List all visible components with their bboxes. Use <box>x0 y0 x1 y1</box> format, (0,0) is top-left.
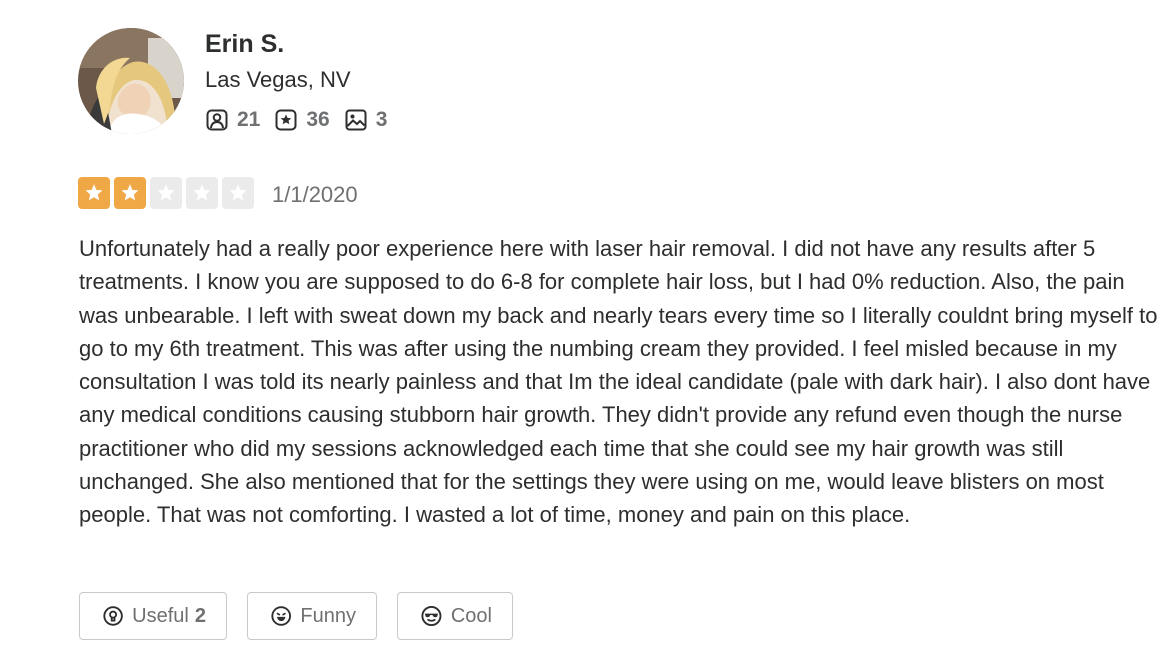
sunglasses-face-icon <box>421 605 442 627</box>
star-review-icon <box>275 109 297 131</box>
review-text: Unfortunately had a really poor experien… <box>79 236 1158 528</box>
star-filled <box>78 177 110 209</box>
star-empty <box>222 177 254 209</box>
useful-count: 2 <box>194 604 206 627</box>
star-icon <box>157 184 175 201</box>
lightbulb-icon <box>103 606 123 626</box>
star-icon <box>85 184 103 201</box>
photos-count: 3 <box>375 108 388 131</box>
funny-button[interactable]: Funny <box>247 592 377 640</box>
reaction-buttons: Useful 2 Funny Cool <box>79 592 533 640</box>
friends-count: 21 <box>237 108 261 131</box>
laughing-face-icon <box>271 606 292 626</box>
avatar-photo <box>78 28 184 134</box>
reviewer-name[interactable]: Erin S. <box>205 30 284 59</box>
photos-stat: 3 <box>344 108 388 132</box>
reviews-stat: 36 <box>274 108 330 132</box>
review-date: 1/1/2020 <box>272 182 358 207</box>
friends-icon <box>206 109 228 131</box>
reviewer-stats: 21 36 3 <box>205 106 401 134</box>
useful-label: Useful <box>132 604 189 627</box>
funny-label: Funny <box>300 604 356 627</box>
star-icon <box>229 184 247 201</box>
reviews-count: 36 <box>306 108 330 131</box>
useful-button[interactable]: Useful 2 <box>79 592 227 640</box>
review-card: Erin S. Las Vegas, NV 21 36 3 1/1/2020 U… <box>0 0 1162 647</box>
star-rating <box>78 177 258 209</box>
avatar[interactable] <box>78 28 184 134</box>
star-empty <box>186 177 218 209</box>
star-filled <box>114 177 146 209</box>
photo-icon <box>345 109 367 131</box>
star-icon <box>121 184 139 201</box>
reviewer-location: Las Vegas, NV <box>205 67 351 92</box>
cool-button[interactable]: Cool <box>397 592 513 640</box>
cool-label: Cool <box>450 604 492 627</box>
star-empty <box>150 177 182 209</box>
star-icon <box>193 184 211 201</box>
friends-stat: 21 <box>205 108 260 132</box>
